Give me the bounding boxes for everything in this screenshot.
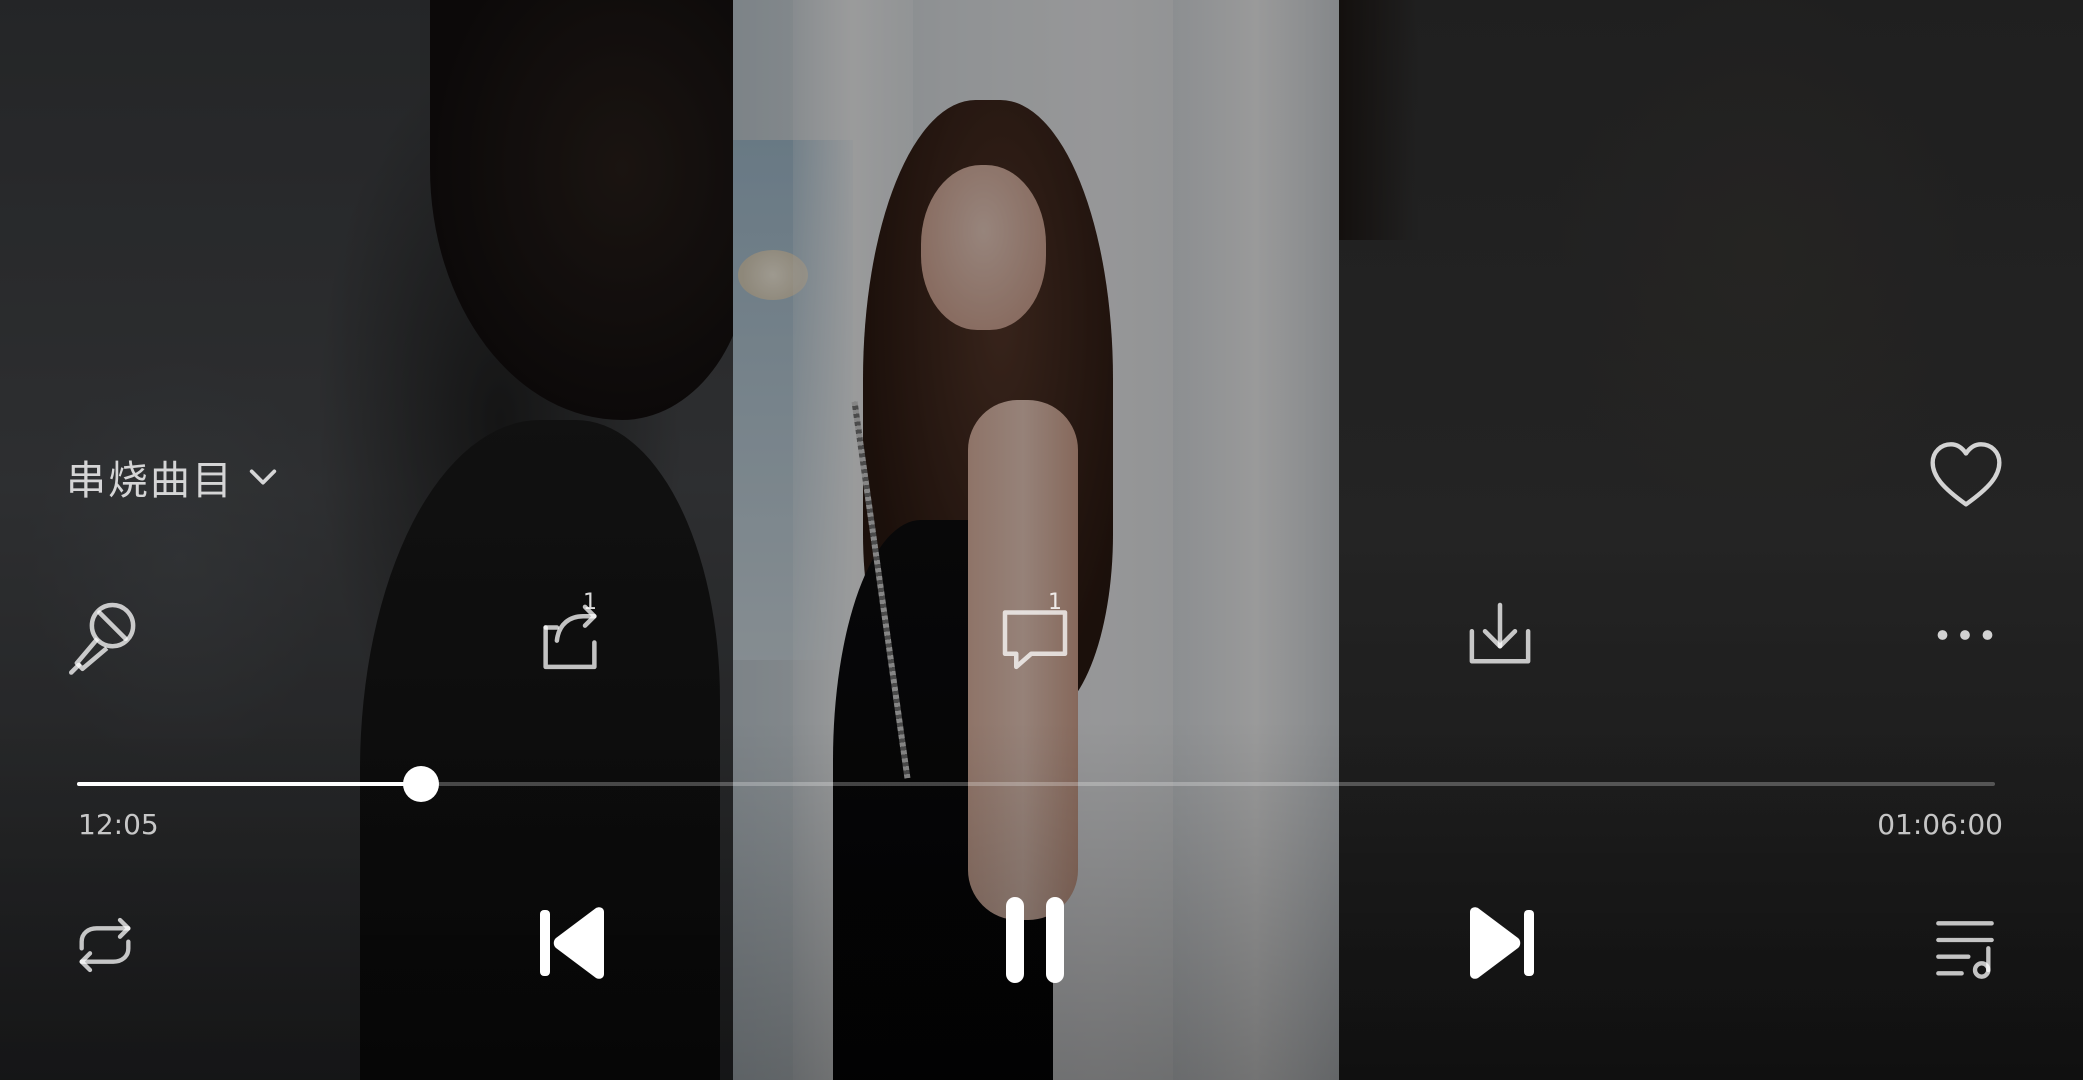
seek-fill: [77, 782, 422, 786]
download-icon: [1469, 602, 1531, 664]
more-button[interactable]: [1920, 590, 2010, 680]
playlist-dropdown[interactable]: 串烧曲目: [66, 448, 280, 506]
share-box-icon: [543, 604, 597, 670]
comment-count-badge: 1: [1048, 590, 1062, 615]
previous-button[interactable]: [532, 898, 612, 988]
pause-button[interactable]: [990, 885, 1080, 995]
comment-button[interactable]: 1: [990, 590, 1080, 680]
favorite-button[interactable]: [1926, 436, 2006, 516]
seek-thumb[interactable]: [403, 766, 440, 802]
player-controls-layer: 串烧曲目 1 1 12:05 01:06:00: [0, 0, 2083, 1080]
pause-icon: [1006, 897, 1064, 983]
heart-icon: [1930, 442, 2002, 507]
queue-button[interactable]: [1925, 905, 2005, 985]
karaoke-off-button[interactable]: [60, 590, 150, 680]
elapsed-time: 12:05: [78, 808, 159, 841]
comment-bubble-icon: [1002, 610, 1068, 670]
microphone-off-icon: [69, 602, 136, 675]
repeat-button[interactable]: [65, 905, 145, 985]
playlist-queue-icon: [1936, 921, 1994, 979]
skip-next-icon: [1470, 907, 1534, 979]
skip-previous-icon: [540, 907, 604, 979]
seek-bar[interactable]: [77, 766, 1995, 802]
repeat-icon: [79, 917, 131, 973]
playlist-label: 串烧曲目: [66, 458, 234, 504]
share-count-badge: 1: [583, 590, 597, 615]
next-button[interactable]: [1462, 898, 1542, 988]
total-time: 01:06:00: [1877, 808, 2003, 841]
share-button[interactable]: 1: [525, 590, 615, 680]
more-dots-icon: [1937, 630, 1993, 640]
player-screen: 串烧曲目 1 1 12:05 01:06:00: [0, 0, 2083, 1080]
download-button[interactable]: [1455, 590, 1545, 680]
chevron-down-icon: [249, 469, 277, 485]
